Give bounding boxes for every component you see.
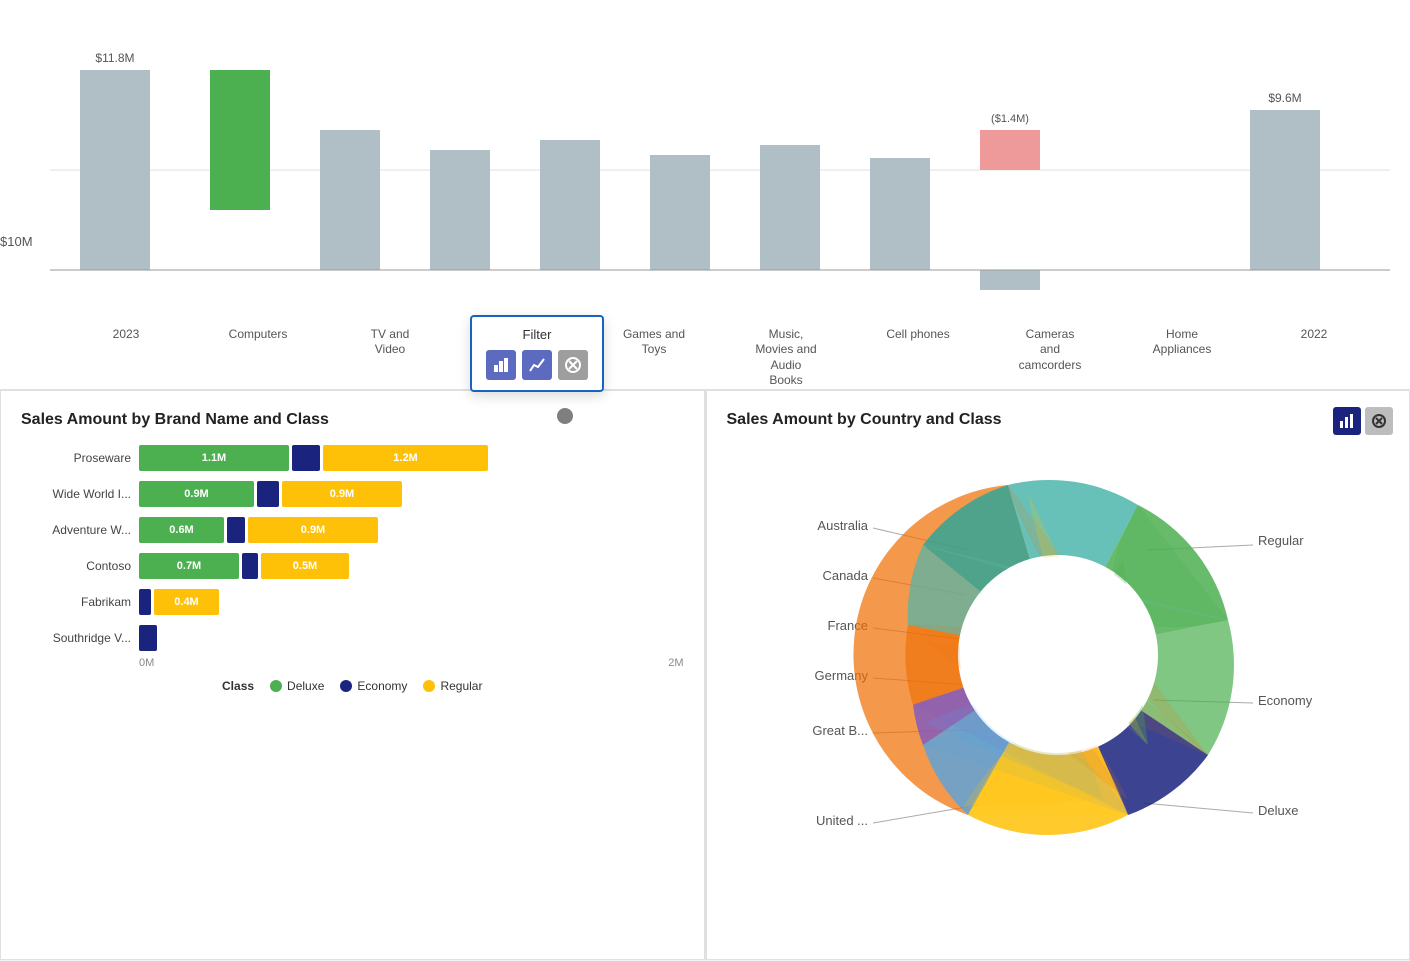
bar-2022	[1250, 110, 1320, 270]
legend-economy: Economy	[340, 679, 407, 693]
bar-tv	[320, 130, 380, 270]
top-bar-chart: $11.8M ($1.4M) ($4.3M) $9.6M	[50, 10, 1390, 290]
brand-label-fabrikam: Fabrikam	[21, 595, 131, 609]
svg-text:$9.6M: $9.6M	[1268, 91, 1301, 105]
southridge-blue-bar	[139, 625, 157, 651]
legend-regular-label: Regular	[440, 679, 482, 693]
bar-home-pos	[980, 130, 1040, 170]
x-tick-2m: 2M	[668, 657, 683, 669]
panel-cancel-icon[interactable]	[1365, 407, 1393, 435]
country-label-united: United ...	[816, 813, 868, 828]
legend-deluxe: Deluxe	[270, 679, 324, 693]
x-tick-0m: 0M	[139, 657, 154, 669]
bar-computers	[210, 70, 270, 210]
country-label-greatb: Great B...	[812, 723, 868, 738]
brand-row-adventure: Adventure W... 0.6M 0.9M	[21, 517, 684, 543]
wideworld-green-bar: 0.9M	[139, 481, 254, 507]
chord-diagram: Australia Canada France Germany Great B.…	[768, 445, 1348, 865]
svg-text:($1.4M): ($1.4M)	[991, 113, 1029, 125]
x-label-tv: TV andVideo	[340, 327, 440, 389]
chart-legend: Class Deluxe Economy Regular	[21, 679, 684, 693]
bar-music	[650, 155, 710, 270]
country-label-australia: Australia	[817, 518, 868, 533]
filter-bar-chart-icon[interactable]	[486, 350, 516, 380]
country-label-canada: Canada	[822, 568, 868, 583]
adventure-yellow-bar: 0.9M	[248, 517, 378, 543]
legend-economy-label: Economy	[357, 679, 407, 693]
x-axis-ticks: 0M 2M	[21, 651, 684, 669]
class-label-economy: Economy	[1258, 693, 1313, 708]
brand-row-contoso: Contoso 0.7M 0.5M	[21, 553, 684, 579]
y-axis-label: $10M	[0, 234, 33, 249]
brand-chart-title: Sales Amount by Brand Name and Class	[21, 411, 684, 429]
fabrikam-yellow-bar: 0.4M	[154, 589, 219, 615]
wideworld-yellow-bar: 0.9M	[282, 481, 402, 507]
proseware-green-bar: 1.1M	[139, 445, 289, 471]
proseware-yellow-bar: 1.2M	[323, 445, 488, 471]
x-label-2023: 2023	[76, 327, 176, 389]
x-label-games: Games andToys	[604, 327, 704, 389]
brand-label-southridge: Southridge V...	[21, 631, 131, 645]
brand-label-adventure: Adventure W...	[21, 523, 131, 537]
legend-deluxe-dot	[270, 680, 282, 692]
x-label-computers: Computers	[208, 327, 308, 389]
legend-economy-dot	[340, 680, 352, 692]
bar-games	[540, 140, 600, 270]
brand-label-contoso: Contoso	[21, 559, 131, 573]
chord-diagram-wrapper: Australia Canada France Germany Great B.…	[727, 445, 1390, 865]
x-label-cellphones: Cell phones	[868, 327, 968, 389]
brand-row-southridge: Southridge V...	[21, 625, 684, 651]
brand-row-proseware: Proseware 1.1M 1.2M	[21, 445, 684, 471]
brand-label-wideworld: Wide World I...	[21, 487, 131, 501]
bar-audio	[430, 150, 490, 270]
class-label-deluxe: Deluxe	[1258, 803, 1298, 818]
bar-home-neg	[980, 270, 1040, 290]
wideworld-blue-bar	[257, 481, 279, 507]
adventure-green-bar: 0.6M	[139, 517, 224, 543]
top-chart-panel: $10M $11.8M ($1.4M) ($4.3M) $9.6M	[0, 0, 1410, 390]
legend-regular: Regular	[423, 679, 482, 693]
x-label-2022: 2022	[1264, 327, 1364, 389]
bar-cellphones	[760, 145, 820, 270]
brand-chart: Proseware 1.1M 1.2M Wide World I... 0.9M…	[21, 445, 684, 651]
brand-row-wideworld: Wide World I... 0.9M 0.9M	[21, 481, 684, 507]
panel-bar-chart-icon[interactable]	[1333, 407, 1361, 435]
contoso-yellow-bar: 0.5M	[261, 553, 349, 579]
brand-chart-panel: Sales Amount by Brand Name and Class Pro…	[0, 390, 706, 960]
x-label-cameras: Camerasandcamcorders	[1000, 327, 1100, 389]
bar-cameras	[870, 158, 930, 270]
legend-deluxe-label: Deluxe	[287, 679, 324, 693]
brand-row-fabrikam: Fabrikam 0.4M	[21, 589, 684, 615]
legend-regular-dot	[423, 680, 435, 692]
brand-label-proseware: Proseware	[21, 451, 131, 465]
contoso-green-bar: 0.7M	[139, 553, 239, 579]
country-chart-title: Sales Amount by Country and Class	[727, 411, 1390, 429]
adventure-blue-bar	[227, 517, 245, 543]
filter-popup-title: Filter	[486, 327, 588, 342]
proseware-blue-bar	[292, 445, 320, 471]
bottom-section: Sales Amount by Brand Name and Class Pro…	[0, 390, 1410, 960]
x-label-music: Music,Movies andAudioBooks	[736, 327, 836, 389]
contoso-blue-bar	[242, 553, 258, 579]
svg-text:$11.8M: $11.8M	[95, 51, 134, 65]
legend-class-label: Class	[222, 679, 254, 693]
country-chart-panel: Sales Amount by Country and Class Austra…	[706, 390, 1410, 960]
fabrikam-blue-bar	[139, 589, 151, 615]
panel-icons	[1333, 407, 1393, 435]
bar-2023	[80, 70, 150, 270]
filter-line-chart-icon[interactable]	[522, 350, 552, 380]
filter-popup: Filter	[470, 315, 604, 392]
x-label-home: HomeAppliances	[1132, 327, 1232, 389]
class-label-regular: Regular	[1258, 533, 1304, 548]
filter-cancel-icon[interactable]	[558, 350, 588, 380]
